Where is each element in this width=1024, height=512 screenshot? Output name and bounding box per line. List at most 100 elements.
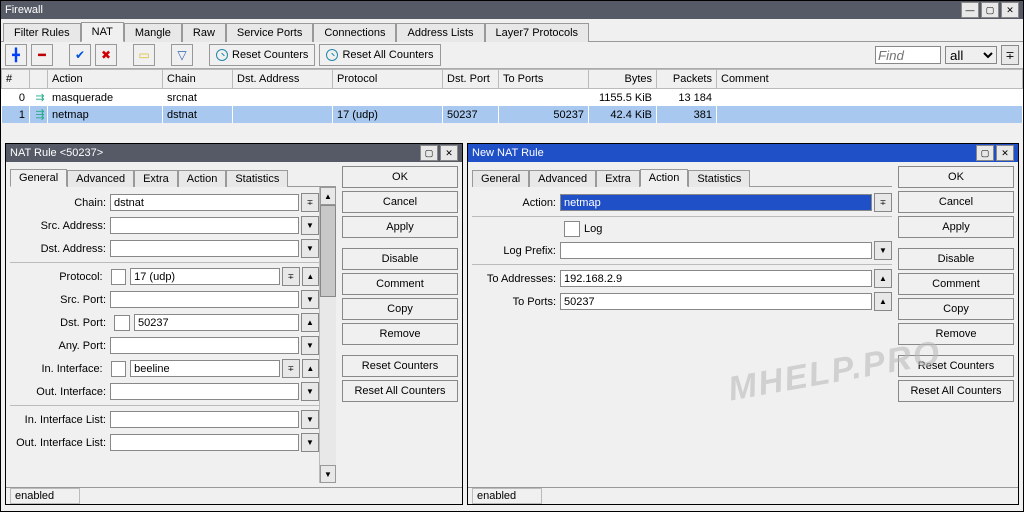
apply-button[interactable]: Apply (898, 216, 1014, 238)
scroll-down-icon[interactable]: ▼ (320, 465, 336, 483)
tab-raw[interactable]: Raw (182, 23, 226, 42)
to-addresses-input[interactable] (560, 270, 872, 287)
disable-button[interactable]: Disable (898, 248, 1014, 270)
tab-action[interactable]: Action (640, 169, 689, 187)
chevron-down-icon[interactable]: ▼ (301, 433, 319, 452)
out-interface-input[interactable] (110, 383, 299, 400)
invert-checkbox[interactable] (111, 361, 127, 377)
tab-statistics[interactable]: Statistics (688, 170, 750, 187)
enable-button[interactable]: ✔ (69, 44, 91, 66)
remove-button[interactable]: Remove (898, 323, 1014, 345)
find-input[interactable] (875, 46, 941, 64)
reset-counters-button[interactable]: Reset Counters (209, 44, 315, 66)
maximize-icon[interactable]: ▢ (981, 2, 999, 18)
chevron-down-icon[interactable]: ▼ (874, 241, 892, 260)
dialog-titlebar[interactable]: New NAT Rule ▢ ✕ (468, 144, 1018, 162)
comment-button[interactable]: Comment (342, 273, 458, 295)
tab-layer7[interactable]: Layer7 Protocols (485, 23, 590, 42)
dropdown-icon[interactable]: ∓ (874, 193, 892, 212)
tab-address-lists[interactable]: Address Lists (396, 23, 484, 42)
action-input[interactable] (560, 194, 872, 211)
table-row[interactable]: 0 ⇉ masquerade srcnat 1155.5 KiB 13 184 (2, 89, 1023, 107)
in-interface-list-input[interactable] (110, 411, 299, 428)
log-prefix-input[interactable] (560, 242, 872, 259)
close-icon[interactable]: ✕ (1001, 2, 1019, 18)
src-port-input[interactable] (110, 291, 299, 308)
filter-select[interactable]: all (945, 46, 997, 64)
tab-service-ports[interactable]: Service Ports (226, 23, 313, 42)
close-icon[interactable]: ✕ (996, 145, 1014, 161)
chevron-up-icon[interactable]: ▲ (302, 267, 319, 286)
chevron-down-icon[interactable]: ▼ (301, 336, 319, 355)
tab-extra[interactable]: Extra (134, 170, 178, 187)
dst-port-input[interactable] (134, 314, 299, 331)
protocol-input[interactable] (130, 268, 280, 285)
chevron-up-icon[interactable]: ▲ (301, 313, 319, 332)
chevron-up-icon[interactable]: ▲ (874, 269, 892, 288)
cancel-button[interactable]: Cancel (898, 191, 1014, 213)
tab-general[interactable]: General (10, 169, 67, 187)
reset-counters-button[interactable]: Reset Counters (342, 355, 458, 377)
chevron-down-icon[interactable]: ▼ (301, 410, 319, 429)
add-button[interactable]: ╋ (5, 44, 27, 66)
titlebar[interactable]: Firewall — ▢ ✕ (1, 1, 1023, 19)
cancel-button[interactable]: Cancel (342, 191, 458, 213)
comment-button[interactable]: ▭ (133, 44, 155, 66)
dialog-titlebar[interactable]: NAT Rule <50237> ▢ ✕ (6, 144, 462, 162)
table-header[interactable]: #ActionChainDst. AddressProtocolDst. Por… (2, 70, 1023, 89)
invert-checkbox[interactable] (114, 315, 130, 331)
chain-input[interactable] (110, 194, 299, 211)
copy-button[interactable]: Copy (898, 298, 1014, 320)
close-icon[interactable]: ✕ (440, 145, 458, 161)
chevron-up-icon[interactable]: ▲ (874, 292, 892, 311)
tab-action[interactable]: Action (178, 170, 227, 187)
tab-mangle[interactable]: Mangle (124, 23, 182, 42)
filter-icon[interactable]: ▽ (171, 44, 193, 66)
tab-filter-rules[interactable]: Filter Rules (3, 23, 81, 42)
disable-button[interactable]: Disable (342, 248, 458, 270)
reset-all-counters-button[interactable]: Reset All Counters (898, 380, 1014, 402)
tab-extra[interactable]: Extra (596, 170, 640, 187)
chevron-down-icon[interactable]: ▼ (301, 216, 319, 235)
scrollbar[interactable]: ▲ ▼ (319, 187, 336, 483)
reset-counters-button[interactable]: Reset Counters (898, 355, 1014, 377)
copy-button[interactable]: Copy (342, 298, 458, 320)
ok-button[interactable]: OK (898, 166, 1014, 188)
reset-all-counters-button[interactable]: Reset All Counters (342, 380, 458, 402)
tab-general[interactable]: General (472, 170, 529, 187)
dropdown-icon[interactable]: ∓ (301, 193, 319, 212)
tab-advanced[interactable]: Advanced (529, 170, 596, 187)
tab-advanced[interactable]: Advanced (67, 170, 134, 187)
remove-button[interactable]: Remove (342, 323, 458, 345)
reset-all-counters-button[interactable]: Reset All Counters (319, 44, 440, 66)
ok-button[interactable]: OK (342, 166, 458, 188)
chevron-down-icon[interactable]: ▼ (301, 290, 319, 309)
scroll-up-icon[interactable]: ▲ (320, 187, 336, 205)
chevron-down-icon[interactable]: ▼ (301, 239, 319, 258)
invert-checkbox[interactable] (111, 269, 127, 285)
comment-button[interactable]: Comment (898, 273, 1014, 295)
dst-address-input[interactable] (110, 240, 299, 257)
dropdown-icon[interactable]: ∓ (282, 359, 299, 378)
tab-connections[interactable]: Connections (313, 23, 396, 42)
any-port-input[interactable] (110, 337, 299, 354)
in-interface-input[interactable] (130, 360, 280, 377)
chevron-up-icon[interactable]: ▲ (302, 359, 319, 378)
tab-statistics[interactable]: Statistics (226, 170, 288, 187)
tab-nat[interactable]: NAT (81, 22, 124, 42)
table-row[interactable]: 1 ⇶ netmap dstnat 17 (udp) 50237 50237 4… (2, 106, 1023, 123)
dropdown-icon[interactable]: ∓ (282, 267, 299, 286)
chevron-down-icon[interactable]: ▼ (301, 382, 319, 401)
to-ports-input[interactable] (560, 293, 872, 310)
out-interface-list-input[interactable] (110, 434, 299, 451)
maximize-icon[interactable]: ▢ (976, 145, 994, 161)
minimize-icon[interactable]: — (961, 2, 979, 18)
disable-button[interactable]: ✖ (95, 44, 117, 66)
log-checkbox[interactable] (564, 221, 580, 237)
scroll-thumb[interactable] (320, 205, 336, 297)
dropdown-icon[interactable]: ∓ (1001, 45, 1019, 65)
maximize-icon[interactable]: ▢ (420, 145, 438, 161)
apply-button[interactable]: Apply (342, 216, 458, 238)
src-address-input[interactable] (110, 217, 299, 234)
remove-button[interactable]: ━ (31, 44, 53, 66)
